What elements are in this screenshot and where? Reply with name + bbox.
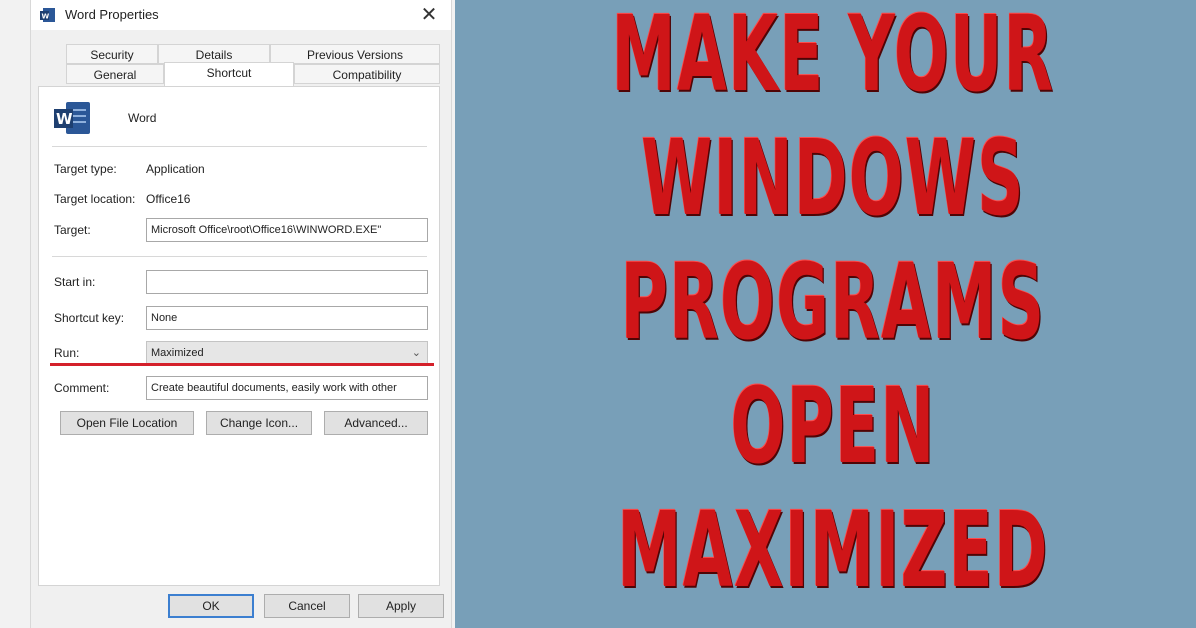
target-location-value: Office16 xyxy=(146,192,191,206)
target-location-label: Target location: xyxy=(54,192,136,206)
window-title: Word Properties xyxy=(65,7,159,22)
word-app-icon: W xyxy=(40,8,55,22)
headline-line: WINDOWS xyxy=(641,117,1025,239)
headline-line: PROGRAMS xyxy=(620,241,1046,363)
target-type-value: Application xyxy=(146,162,205,176)
target-input[interactable]: Microsoft Office\root\Office16\WINWORD.E… xyxy=(146,218,428,242)
apply-button[interactable]: Apply xyxy=(358,594,444,618)
tab-details[interactable]: Details xyxy=(158,44,270,64)
cancel-button[interactable]: Cancel xyxy=(264,594,350,618)
start-in-input[interactable] xyxy=(146,270,428,294)
shortcut-key-label: Shortcut key: xyxy=(54,311,125,325)
shortcut-key-input[interactable]: None xyxy=(146,306,428,330)
tab-previous-versions[interactable]: Previous Versions xyxy=(270,44,440,64)
run-label: Run: xyxy=(54,346,80,360)
separator xyxy=(52,256,427,257)
change-icon-button[interactable]: Change Icon... xyxy=(206,411,312,435)
tab-compatibility[interactable]: Compatibility xyxy=(294,64,440,84)
open-file-location-button[interactable]: Open File Location xyxy=(60,411,194,435)
target-label: Target: xyxy=(54,223,91,237)
shortcut-tab-panel xyxy=(38,86,440,586)
red-highlight-line xyxy=(50,363,434,366)
advanced-button[interactable]: Advanced... xyxy=(324,411,428,435)
tab-security[interactable]: Security xyxy=(66,44,158,64)
comment-input[interactable]: Create beautiful documents, easily work … xyxy=(146,376,428,400)
headline-line: MAKE YOUR xyxy=(611,0,1055,115)
comment-label: Comment: xyxy=(54,381,110,395)
svg-text:W: W xyxy=(56,110,73,128)
svg-text:W: W xyxy=(42,13,50,21)
title-bar: W Word Properties ✕ xyxy=(31,0,451,30)
word-app-icon: W xyxy=(54,102,90,134)
chevron-down-icon: ⌄ xyxy=(411,347,421,359)
separator xyxy=(52,146,427,147)
close-icon[interactable]: ✕ xyxy=(413,0,445,30)
target-type-label: Target type: xyxy=(54,162,117,176)
tab-shortcut[interactable]: Shortcut xyxy=(164,62,294,86)
start-in-label: Start in: xyxy=(54,275,96,289)
headline-line: MAXIMIZED xyxy=(617,489,1049,611)
headline-line: OPEN xyxy=(730,365,936,487)
app-name: Word xyxy=(128,111,157,125)
run-select-value: Maximized xyxy=(151,347,204,359)
ok-button[interactable]: OK xyxy=(168,594,254,618)
run-select[interactable]: Maximized ⌄ xyxy=(146,341,428,365)
tab-general[interactable]: General xyxy=(66,64,164,84)
